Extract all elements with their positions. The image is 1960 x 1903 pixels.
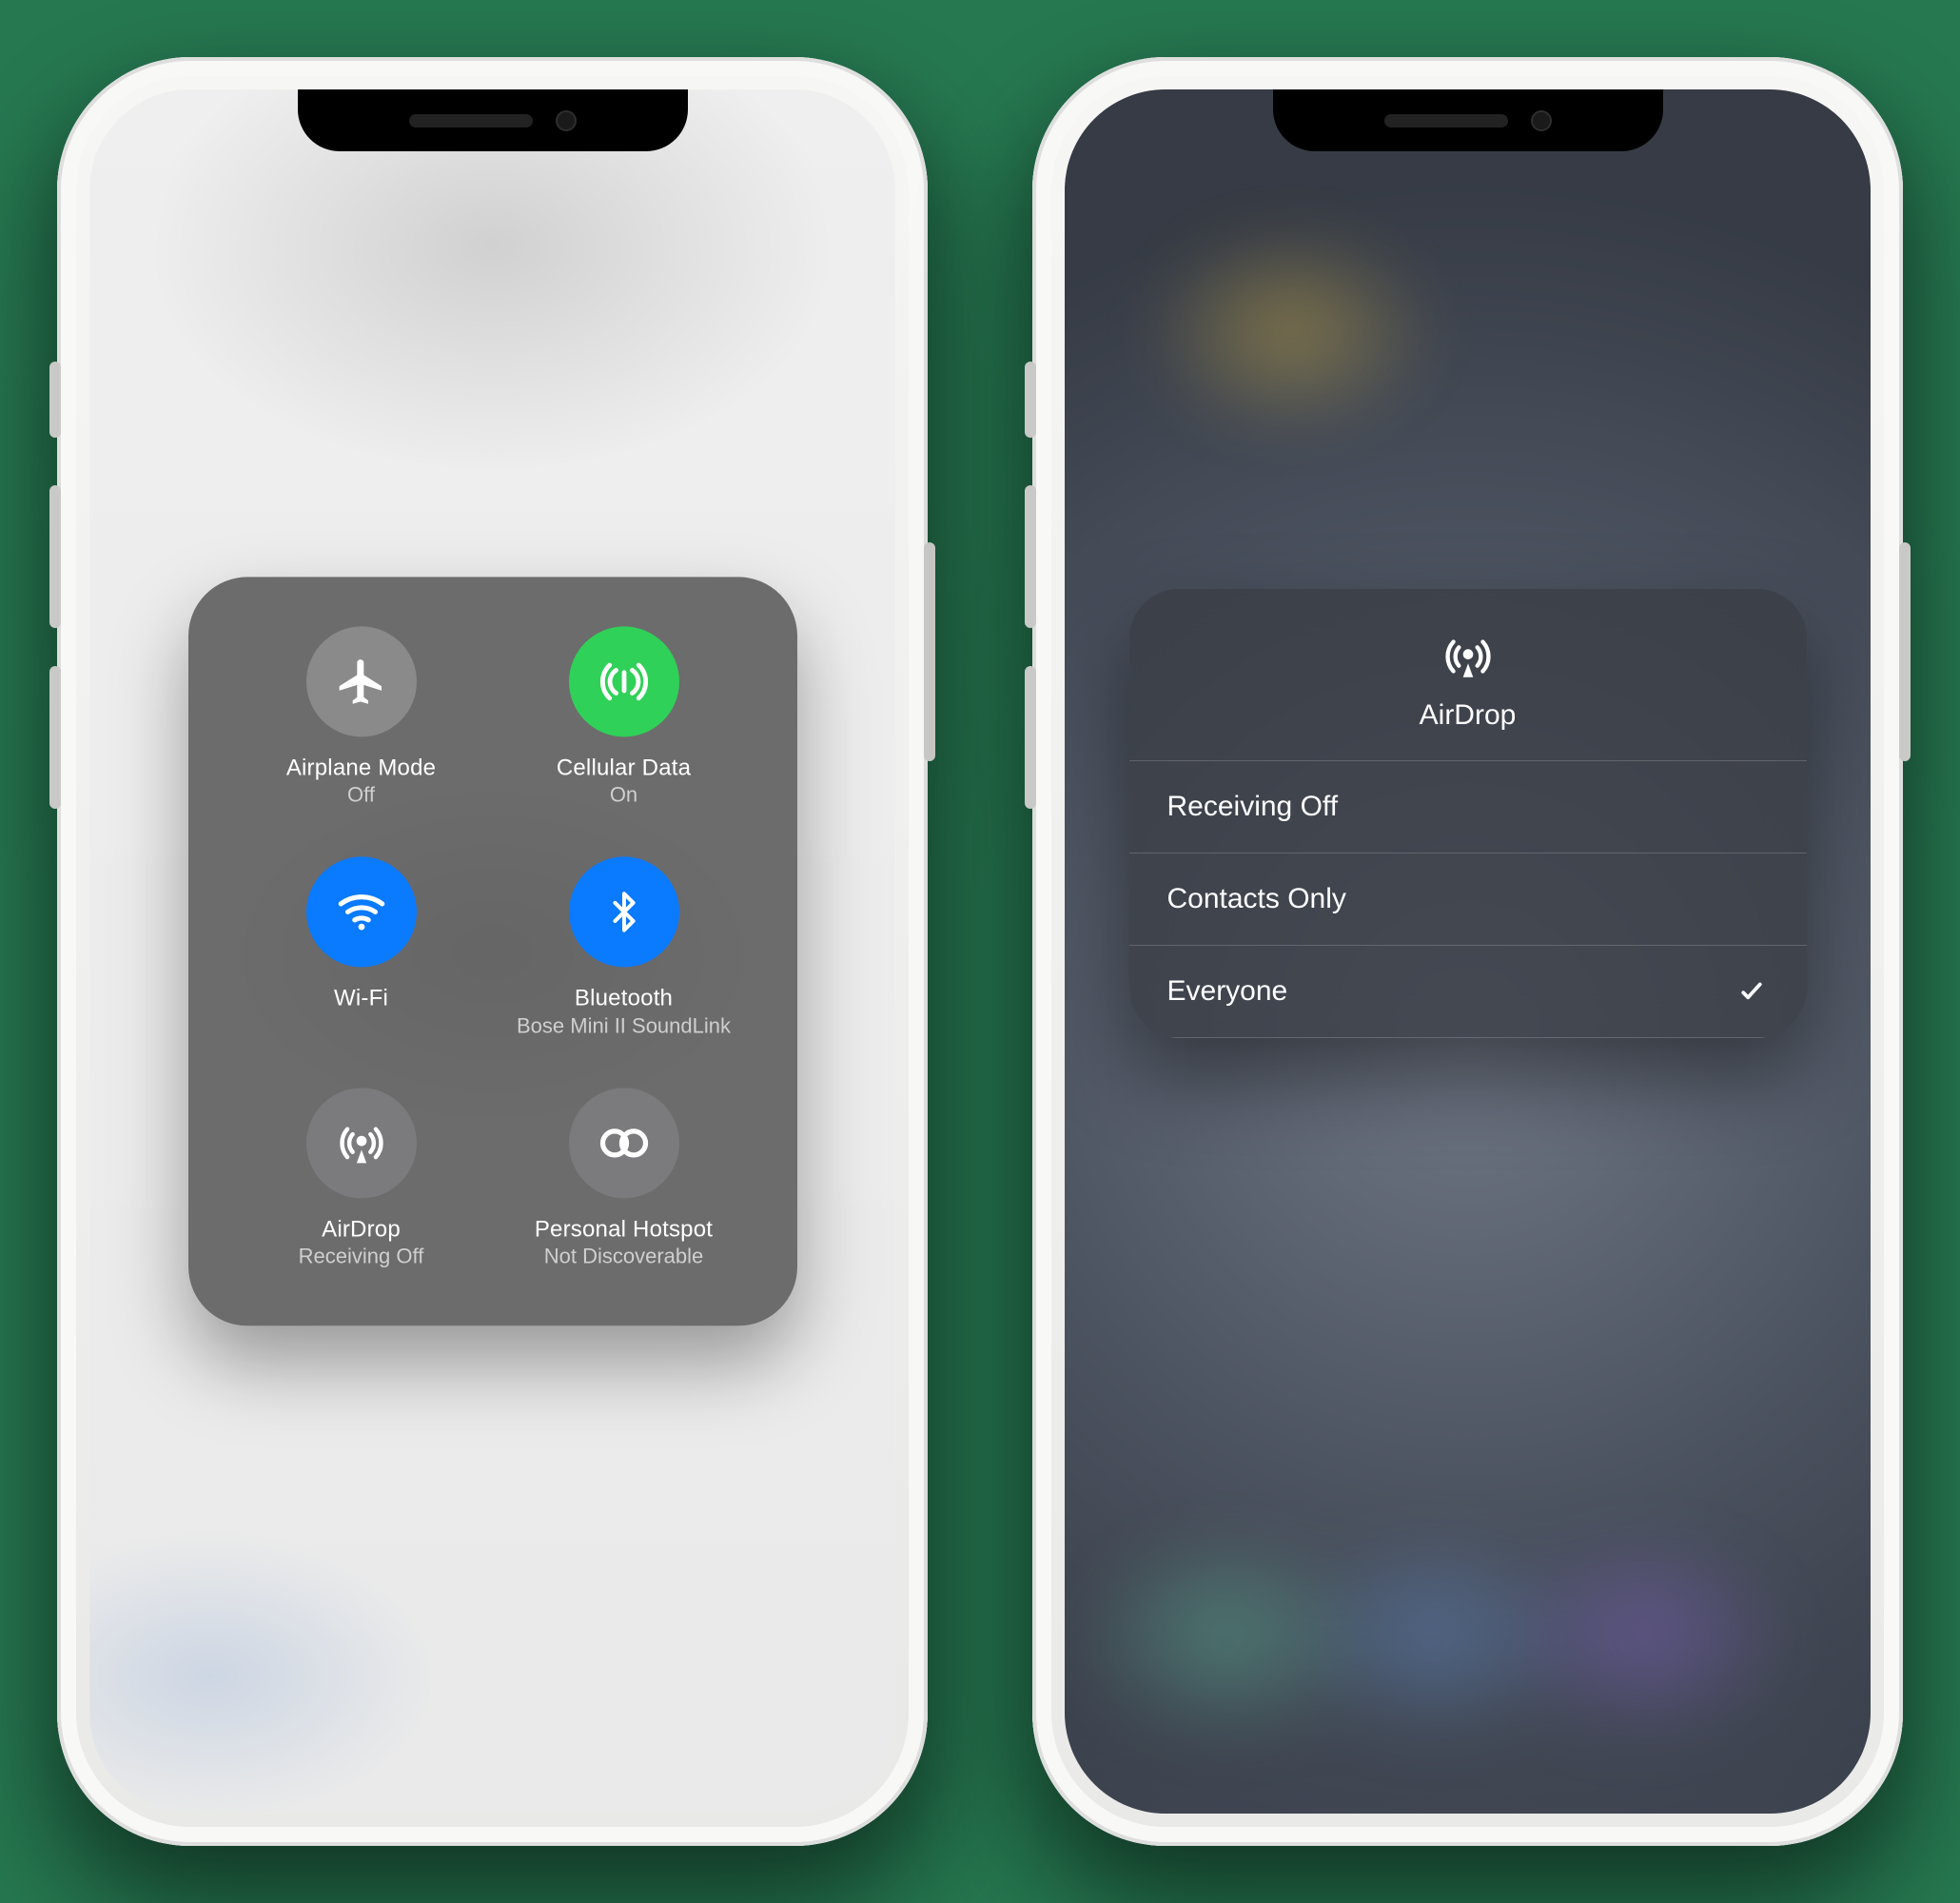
side-button (924, 542, 935, 761)
side-button (1899, 542, 1911, 761)
checkmark-icon (1735, 974, 1769, 1009)
airdrop-popover: AirDrop Receiving Off Contacts Only Ever… (1129, 589, 1807, 1038)
screen-left: Airplane Mode Off Cellular Data On (89, 89, 895, 1814)
hotspot-toggle[interactable] (569, 1088, 679, 1198)
volume-down (49, 666, 61, 809)
airdrop-option-label: Everyone (1167, 975, 1288, 1008)
hotspot-icon (596, 1122, 653, 1164)
volume-up (1025, 485, 1036, 628)
airdrop-option-everyone[interactable]: Everyone (1129, 945, 1807, 1038)
airdrop-toggle[interactable] (306, 1088, 417, 1198)
connectivity-panel: Airplane Mode Off Cellular Data On (188, 577, 797, 1325)
bluetooth-tile[interactable]: Bluetooth Bose Mini II SoundLink (493, 857, 755, 1038)
cellular-icon (597, 654, 652, 709)
airdrop-popover-title: AirDrop (1420, 699, 1517, 732)
bluetooth-title: Bluetooth (575, 987, 673, 1011)
wifi-toggle[interactable] (306, 857, 417, 968)
airdrop-status: Receiving Off (299, 1245, 424, 1269)
mute-switch (49, 362, 61, 438)
cellular-status: On (610, 783, 637, 808)
airdrop-icon (335, 1116, 388, 1169)
notch (298, 89, 688, 151)
airdrop-option-receiving-off[interactable]: Receiving Off (1129, 760, 1807, 853)
cellular-tile[interactable]: Cellular Data On (493, 626, 755, 807)
volume-up (49, 485, 61, 628)
bluetooth-status: Bose Mini II SoundLink (517, 1013, 731, 1038)
airdrop-option-label: Contacts Only (1167, 883, 1346, 915)
wifi-title: Wi-Fi (334, 987, 388, 1011)
bluetooth-icon (602, 885, 646, 940)
phone-left: Airplane Mode Off Cellular Data On (57, 57, 928, 1846)
hotspot-title: Personal Hotspot (535, 1217, 713, 1242)
mute-switch (1025, 362, 1036, 438)
airplane-icon (335, 655, 388, 708)
checkmark-slot (1735, 790, 1769, 824)
volume-down (1025, 666, 1036, 809)
hotspot-tile[interactable]: Personal Hotspot Not Discoverable (493, 1088, 755, 1268)
airplane-toggle[interactable] (306, 626, 417, 736)
airdrop-title: AirDrop (322, 1217, 401, 1242)
airplane-title: Airplane Mode (286, 755, 436, 780)
notch (1273, 89, 1663, 151)
airdrop-tile[interactable]: AirDrop Receiving Off (230, 1088, 493, 1268)
wifi-tile[interactable]: Wi-Fi (230, 857, 493, 1038)
cellular-title: Cellular Data (557, 755, 691, 780)
wifi-icon (334, 885, 389, 940)
airdrop-option-label: Receiving Off (1167, 791, 1339, 823)
checkmark-slot (1735, 882, 1769, 916)
airdrop-icon (1441, 629, 1496, 684)
airdrop-option-contacts-only[interactable]: Contacts Only (1129, 853, 1807, 945)
airplane-tile[interactable]: Airplane Mode Off (230, 626, 493, 807)
hotspot-status: Not Discoverable (544, 1245, 704, 1269)
airplane-status: Off (347, 783, 375, 808)
screen-right: AirDrop Receiving Off Contacts Only Ever… (1065, 89, 1871, 1814)
phone-right: AirDrop Receiving Off Contacts Only Ever… (1032, 57, 1903, 1846)
cellular-toggle[interactable] (569, 626, 679, 736)
airdrop-popover-header: AirDrop (1129, 589, 1807, 760)
bluetooth-toggle[interactable] (569, 857, 679, 968)
